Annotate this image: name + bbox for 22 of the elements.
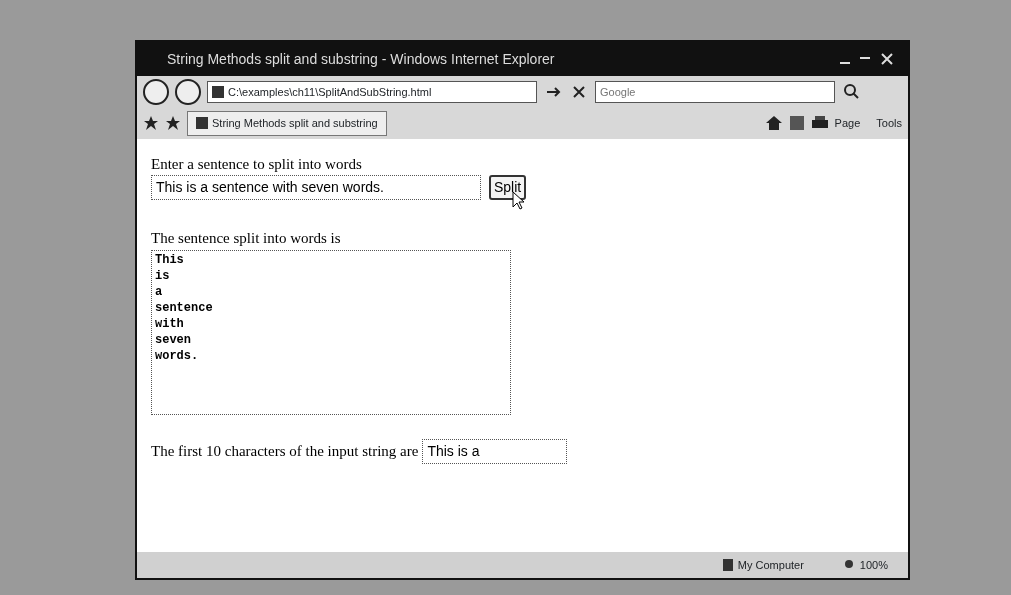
page-icon	[212, 86, 224, 98]
home-icon[interactable]	[764, 115, 783, 132]
result-textarea[interactable]: This is a sentence with seven words.	[151, 249, 511, 415]
forward-button[interactable]	[175, 79, 201, 105]
toolbar-menu[interactable]: Page	[834, 115, 861, 132]
url-text: C:\examples\ch11\SplitAndSubString.html	[228, 84, 432, 100]
window-title: String Methods split and substring - Windows Internet Explorer	[167, 49, 555, 69]
result-label: The sentence split into words is	[151, 229, 342, 248]
zoom-text[interactable]: 100%	[859, 556, 888, 574]
zone-text: My Computer	[737, 557, 804, 573]
browser-tab[interactable]: String Methods split and substring	[187, 111, 387, 136]
address-field[interactable]: C:\examples\ch11\SplitAndSubString.html	[207, 81, 537, 103]
prompt-label: Enter a sentence to split into words	[151, 154, 363, 174]
sentence-input[interactable]: This is a sentence with seven words.	[151, 175, 481, 200]
add-favorite-star-icon[interactable]	[165, 115, 181, 132]
substring-label: The first 10 characters of the input string are	[151, 441, 419, 461]
favorites-star-icon[interactable]	[143, 115, 159, 132]
page-icon	[196, 117, 208, 130]
toolbar-menu[interactable]: Tools	[876, 115, 902, 132]
back-button[interactable]	[143, 79, 169, 105]
search-field[interactable]: Google	[595, 81, 835, 103]
substring-field[interactable]: This is a	[422, 438, 568, 464]
